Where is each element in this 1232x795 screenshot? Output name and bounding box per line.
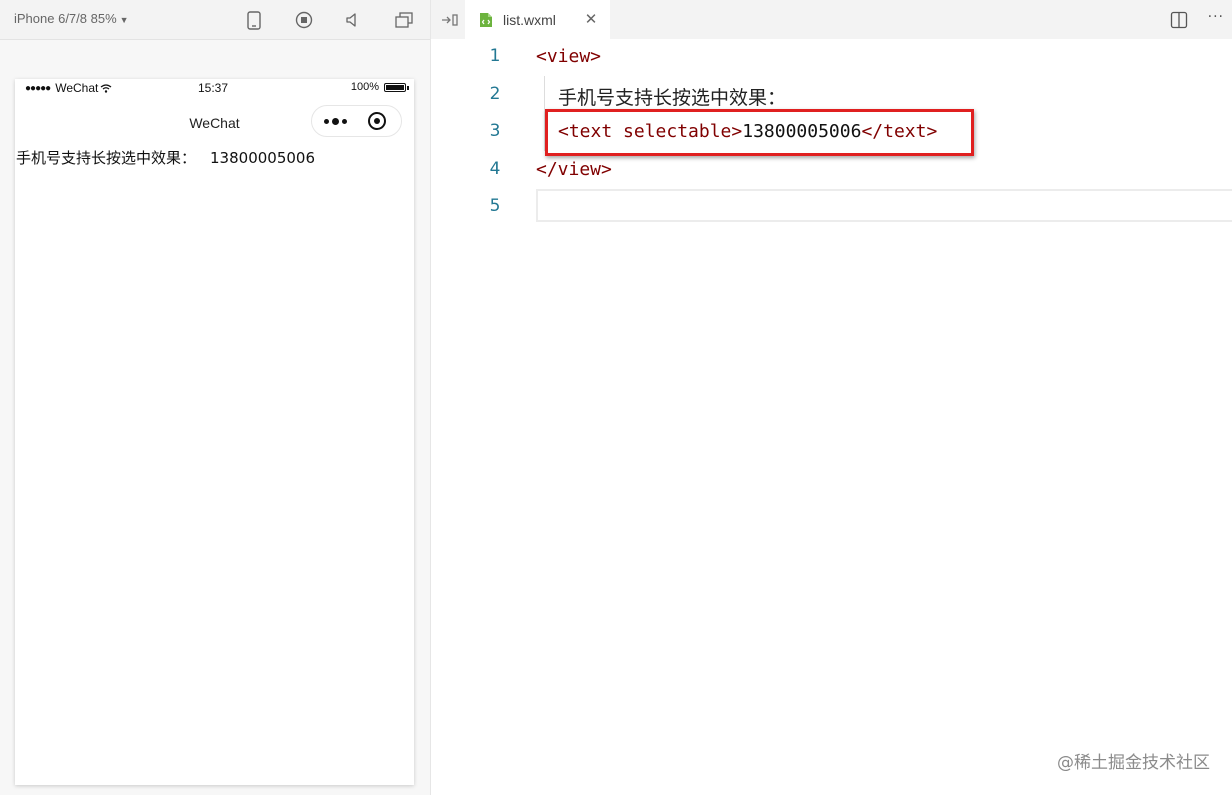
tab-bar: list.wxml ✕ ··· [431, 0, 1232, 39]
page-content: 手机号支持长按选中效果： 13800005006 [16, 147, 315, 168]
wifi-icon [100, 83, 112, 93]
status-time: 15:37 [198, 81, 229, 95]
code-line: 2 手机号支持长按选中效果： [431, 76, 1232, 114]
menu-capsule [311, 105, 402, 137]
more-actions-icon[interactable]: ··· [1208, 9, 1224, 25]
highlight-annotation-box [545, 109, 974, 156]
watermark: @稀土掘金技术社区 [1057, 753, 1210, 773]
phone-label: 手机号支持长按选中效果： [16, 149, 197, 167]
line-number: 2 [489, 83, 501, 104]
code-text: 手机号支持长按选中效果： [558, 86, 787, 109]
tab-list-wxml[interactable]: list.wxml ✕ [465, 0, 610, 39]
wxml-file-icon [480, 12, 492, 27]
code-text: <view> [536, 46, 602, 67]
signal-icon: ●●●●● [25, 82, 51, 94]
close-icon[interactable]: ✕ [582, 10, 600, 28]
phone-number[interactable]: 13800005006 [210, 149, 315, 167]
code-line: 4 </view> [431, 151, 1232, 189]
battery-fill [386, 84, 404, 90]
nav-bar: WeChat [15, 103, 414, 139]
code-line: 5 [431, 188, 1232, 226]
more-icon[interactable] [322, 112, 348, 130]
device-select[interactable]: iPhone 6/7/8 85% ▼ [14, 11, 129, 26]
toggle-sidebar-icon[interactable] [439, 11, 461, 29]
line-number: 1 [489, 46, 501, 66]
tab-label: list.wxml [503, 11, 556, 28]
close-miniprogram-icon[interactable] [368, 112, 386, 130]
phone-icon[interactable] [244, 10, 264, 30]
line-number: 3 [489, 121, 501, 141]
code-editor: list.wxml ✕ ··· 1 <view> 2 手机号支持长按选中效果： … [431, 0, 1232, 795]
simulator-toolbar: iPhone 6/7/8 85% ▼ [0, 0, 430, 40]
simulator-panel: iPhone 6/7/8 85% ▼ ●●●●● WeChat 15:37 100… [0, 0, 431, 795]
device-label: iPhone 6/7/8 85% [14, 11, 117, 26]
line-number: 5 [489, 196, 501, 216]
carrier: ●●●●● WeChat [25, 81, 112, 95]
battery-icon [384, 82, 409, 92]
phone-screen: ●●●●● WeChat 15:37 100% WeChat 手机号支持长按选中… [15, 79, 414, 785]
record-icon[interactable] [294, 10, 314, 30]
code-text: </view> [536, 158, 612, 180]
split-editor-icon[interactable] [1170, 11, 1188, 29]
status-bar: ●●●●● WeChat 15:37 100% [15, 79, 414, 99]
speaker-icon[interactable] [343, 10, 363, 30]
window-icon[interactable] [394, 10, 414, 30]
battery: 100% [350, 81, 409, 93]
code-line: 1 <view> [431, 38, 1232, 76]
battery-label: 100% [350, 81, 379, 93]
line-number: 4 [489, 158, 501, 179]
caret-down-icon: ▼ [119, 15, 129, 25]
carrier-label: WeChat [55, 81, 99, 95]
